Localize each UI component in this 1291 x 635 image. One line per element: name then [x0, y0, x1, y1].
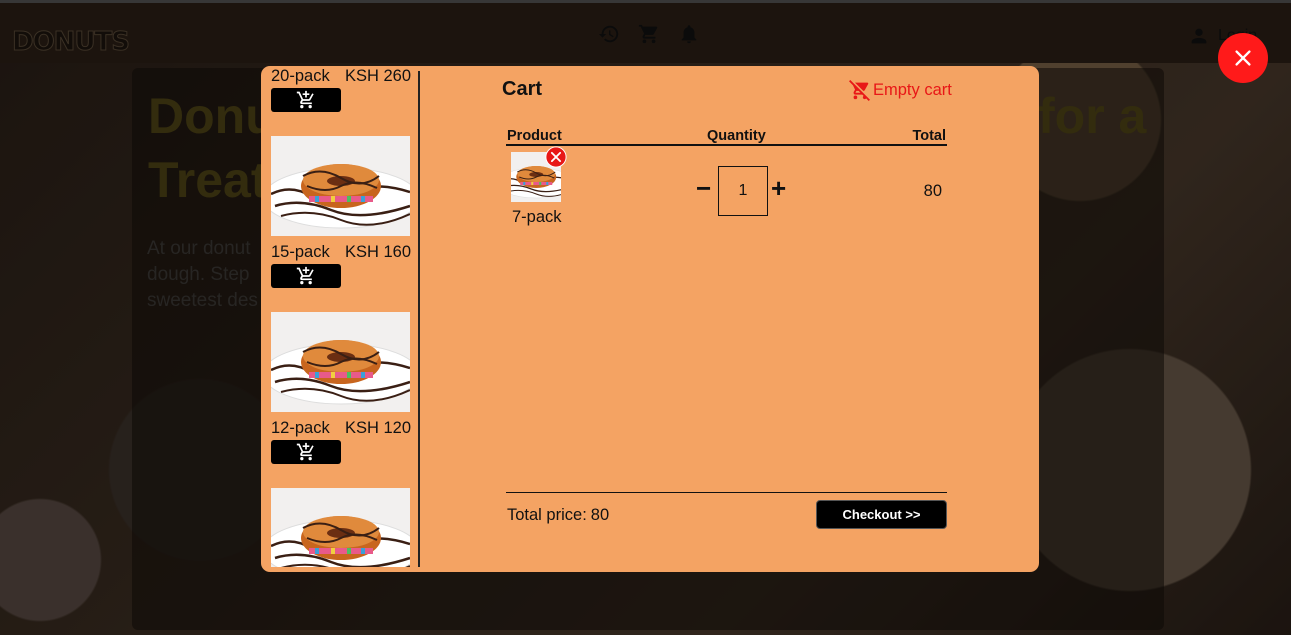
column-product: Product [507, 128, 562, 144]
product-price: KSH 260 [344, 67, 411, 85]
cart-title: Cart [502, 78, 543, 100]
cart-table-header: Product Quantity Total [506, 126, 947, 146]
product-name: 20-pack [271, 67, 330, 85]
product-price: KSH 160 [344, 243, 411, 261]
quantity-input[interactable] [718, 166, 768, 216]
donut-image [271, 312, 410, 412]
close-modal-button[interactable] [1218, 33, 1268, 83]
product-card: 15-pack KSH 160 [271, 136, 411, 288]
add-shopping-cart-icon [296, 266, 314, 285]
product-price: KSH 120 [344, 419, 411, 437]
donut-image [271, 488, 410, 567]
column-divider [418, 71, 420, 567]
add-to-cart-button[interactable] [271, 264, 341, 288]
add-to-cart-button[interactable] [271, 88, 341, 112]
remove-item-icon[interactable] [545, 146, 567, 168]
product-list[interactable]: 20-pack KSH 260 15-pack KSH 160 12-pack … [271, 66, 411, 567]
product-card: 20-pack KSH 260 [271, 66, 411, 112]
product-card: 12-pack KSH 120 [271, 312, 411, 464]
increase-quantity-button[interactable]: + [771, 175, 786, 201]
cart-item-name: 7-pack [512, 208, 562, 226]
empty-cart-button[interactable]: Empty cart [849, 79, 952, 101]
cart-item-total: 80 [923, 182, 942, 200]
footer-divider [506, 492, 947, 493]
total-price: Total price: 80 [507, 506, 609, 525]
close-icon [1235, 50, 1251, 66]
product-name: 12-pack [271, 419, 330, 437]
empty-cart-label: Empty cart [873, 80, 952, 99]
cart-row: 7-pack − + 80 [496, 146, 947, 246]
checkout-button[interactable]: Checkout >> [816, 500, 947, 529]
column-total: Total [912, 128, 946, 144]
product-card [271, 488, 411, 567]
add-to-cart-button[interactable] [271, 440, 341, 464]
donut-image [271, 136, 410, 236]
cart-table: Product Quantity Total 7-pack − + 80 [496, 126, 947, 246]
add-shopping-cart-icon [296, 90, 314, 109]
column-quantity: Quantity [707, 128, 766, 144]
total-price-value: 80 [590, 506, 610, 524]
product-name: 15-pack [271, 243, 330, 261]
add-shopping-cart-icon [296, 442, 314, 461]
remove-shopping-cart-icon [849, 80, 870, 101]
cart-modal: 20-pack KSH 260 15-pack KSH 160 12-pack … [261, 66, 1039, 572]
total-price-label: Total price: [507, 506, 587, 524]
decrease-quantity-button[interactable]: − [696, 175, 711, 201]
